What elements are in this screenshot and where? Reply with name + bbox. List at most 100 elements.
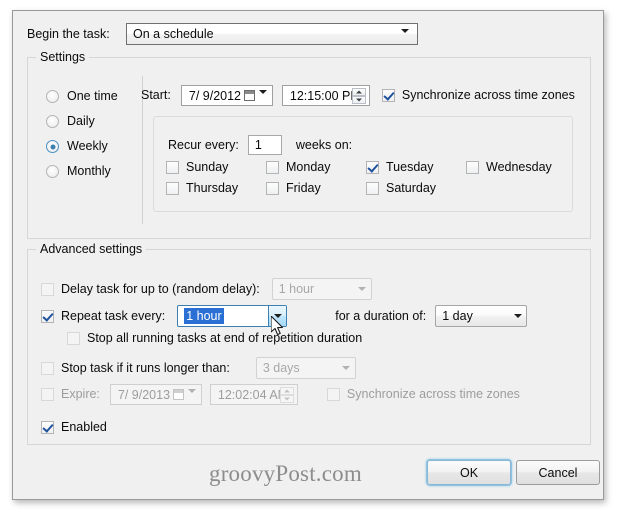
expire-sync-timezones-label: Synchronize across time zones [346,387,520,402]
delay-task-row: Delay task for up to (random delay): 1 h… [41,278,372,300]
checkbox-icon [166,182,179,195]
calendar-icon [243,90,255,101]
expire-row: Expire: 7/ 9/2013 12:02:04 AM Synchroniz… [41,384,520,407]
start-row: Start: 7/ 9/2012 12:15:00 PM Synchronize… [141,85,575,108]
time-spinner [279,387,294,403]
spinner-up-icon[interactable] [351,88,366,96]
spinner-down-icon [279,395,294,403]
checkbox-friday-label: Friday [286,181,321,196]
new-trigger-dialog: Begin the task: On a schedule Settings O… [12,10,604,500]
repeat-task-combo[interactable]: 1 hour [177,305,288,327]
checkbox-icon [326,388,340,401]
checkbox-friday[interactable]: Friday [266,182,366,195]
checkbox-icon [41,361,54,375]
chevron-down-icon [401,29,409,47]
stop-if-longer-combo: 3 days [255,357,356,379]
chevron-down-icon [338,358,355,378]
watermark: groovyPost.com [209,461,362,486]
calendar-icon [172,389,184,400]
chevron-down-icon [258,90,267,108]
begin-task-row: Begin the task: On a schedule [27,23,587,47]
screenshot-root: Begin the task: On a schedule Settings O… [0,0,623,518]
ok-button-label: OK [459,465,479,480]
radio-icon [46,90,59,103]
expire-date-value: 7/ 9/2013 [117,387,171,402]
checkbox-wednesday-label: Wednesday [486,160,552,175]
checkbox-enabled[interactable]: Enabled [41,421,107,434]
radio-one-time[interactable]: One time [46,84,118,109]
ok-button[interactable]: OK [427,460,511,485]
checkbox-stop-if-longer[interactable]: Stop task if it runs longer than: [41,360,230,375]
repeat-duration-label: for a duration of: [335,308,427,323]
checkbox-icon [466,161,479,174]
radio-icon [46,115,59,128]
start-sync-timezones-checkbox[interactable]: Synchronize across time zones [381,89,575,102]
begin-task-label: Begin the task: [27,27,110,41]
start-time-value: 12:15:00 PM [289,88,361,103]
time-spinner[interactable] [351,88,366,104]
checkbox-repeat-task[interactable]: Repeat task every: [41,308,166,323]
start-label: Start: [141,88,171,103]
radio-monthly[interactable]: Monthly [46,159,118,184]
checkbox-wednesday[interactable]: Wednesday [466,161,566,174]
checkbox-icon [366,182,379,195]
expire-time-field: 12:02:04 AM [209,384,298,405]
checkbox-thursday[interactable]: Thursday [166,182,266,195]
repeat-task-label: Repeat task every: [61,308,166,323]
weekday-row-2: Thursday Friday Saturday [166,182,566,195]
weeks-on-label: weeks on: [295,137,353,152]
chevron-down-icon [187,389,196,407]
checkbox-thursday-label: Thursday [186,181,239,196]
chevron-down-icon[interactable] [268,306,287,326]
checkbox-icon [67,332,80,345]
radio-icon-selected [46,140,59,153]
repeat-duration-value: 1 day [442,309,473,323]
checkbox-icon [41,282,54,296]
checkbox-icon [166,161,179,174]
checkbox-icon-checked [366,161,379,174]
stop-all-running-label: Stop all running tasks at end of repetit… [87,331,363,346]
stop-all-running-row[interactable]: Stop all running tasks at end of repetit… [67,332,362,345]
checkbox-sunday-label: Sunday [186,160,229,175]
expire-sync-timezones-checkbox: Synchronize across time zones [326,387,520,402]
chevron-down-icon [354,279,371,299]
checkbox-saturday[interactable]: Saturday [366,182,466,195]
start-time-field[interactable]: 12:15:00 PM [281,85,370,106]
checkbox-icon-checked [381,89,395,102]
weekday-row-1: Sunday Monday Tuesday Wednesday [166,161,566,174]
radio-one-time-label: One time [67,89,118,104]
radio-weekly[interactable]: Weekly [46,134,118,159]
checkbox-sunday[interactable]: Sunday [166,161,266,174]
repeat-duration-combo[interactable]: 1 day [435,305,528,327]
delay-task-label: Delay task for up to (random delay): [61,281,260,296]
checkbox-tuesday-label: Tuesday [386,160,434,175]
cancel-button[interactable]: Cancel [516,460,600,485]
checkbox-monday[interactable]: Monday [266,161,366,174]
repeat-task-value: 1 hour [184,308,224,324]
start-date-value: 7/ 9/2012 [188,88,242,103]
radio-icon [46,165,59,178]
checkbox-expire[interactable]: Expire: [41,388,100,401]
checkbox-icon [266,182,279,195]
stop-if-longer-value: 3 days [262,361,300,375]
cancel-button-label: Cancel [538,465,578,480]
checkbox-tuesday[interactable]: Tuesday [366,161,466,174]
advanced-settings-title: Advanced settings [36,242,147,256]
radio-daily[interactable]: Daily [46,109,118,134]
expire-date-field: 7/ 9/2013 [109,384,202,407]
spinner-down-icon[interactable] [351,96,366,104]
checkbox-icon-checked [41,421,54,434]
checkbox-delay-task[interactable]: Delay task for up to (random delay): [41,281,260,296]
delay-task-value: 1 hour [278,282,315,296]
begin-task-combo[interactable]: On a schedule [126,23,418,47]
checkbox-icon-checked [41,309,54,323]
radio-monthly-label: Monthly [67,164,111,179]
stop-if-longer-label: Stop task if it runs longer than: [61,360,230,375]
recur-every-row: Recur every: 1 weeks on: [168,135,352,155]
spinner-up-icon [279,387,294,395]
weekly-options-panel: Recur every: 1 weeks on: Sunday Monday T… [153,116,573,212]
start-date-field[interactable]: 7/ 9/2012 [180,85,273,108]
radio-daily-label: Daily [67,114,95,129]
chevron-down-icon[interactable] [509,306,526,326]
recur-every-input[interactable]: 1 [247,135,282,155]
